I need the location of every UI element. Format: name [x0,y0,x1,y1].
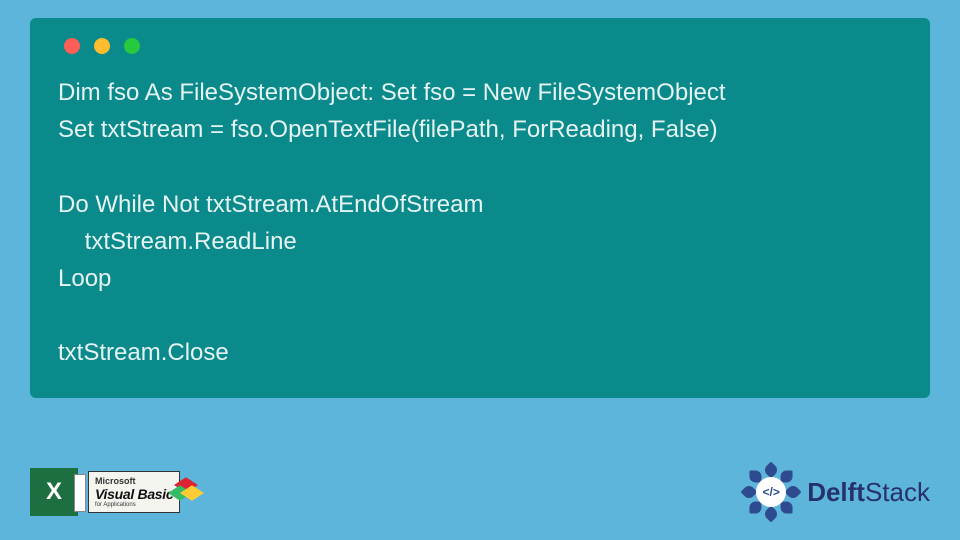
delftstack-logo: </> DelftStack [743,464,930,520]
delftstack-emblem-icon: </> [743,464,799,520]
code-block: Dim fso As FileSystemObject: Set fso = N… [58,74,902,372]
minimize-icon[interactable] [94,38,110,54]
excel-icon: X [30,468,78,516]
delftstack-code-icon: </> [756,477,786,507]
delftstack-wordmark: DelftStack [807,477,930,508]
code-line: Set txtStream = fso.OpenTextFile(filePat… [58,116,718,143]
vb-brand-main: Visual Basic [95,486,173,502]
vb-brand-sub: for Applications [95,502,136,508]
left-logo-group: X Microsoft Visual Basic for Application… [30,468,180,516]
code-line: txtStream.Close [58,339,229,366]
footer: X Microsoft Visual Basic for Application… [0,464,960,520]
code-line: Do While Not txtStream.AtEndOfStream [58,191,483,218]
excel-letter: X [46,478,62,506]
code-line: Loop [58,265,111,292]
maximize-icon[interactable] [124,38,140,54]
delft-text-rest: Stack [865,477,930,507]
code-line: txtStream.ReadLine [58,228,297,255]
code-window: Dim fso As FileSystemObject: Set fso = N… [30,18,930,398]
window-traffic-lights [58,38,902,54]
delft-text-bold: Delft [807,477,865,507]
vb-cubes-icon [173,478,201,506]
close-icon[interactable] [64,38,80,54]
code-line: Dim fso As FileSystemObject: Set fso = N… [58,79,726,106]
vb-brand-top: Microsoft [95,476,136,486]
visual-basic-badge: Microsoft Visual Basic for Applications [88,471,180,513]
